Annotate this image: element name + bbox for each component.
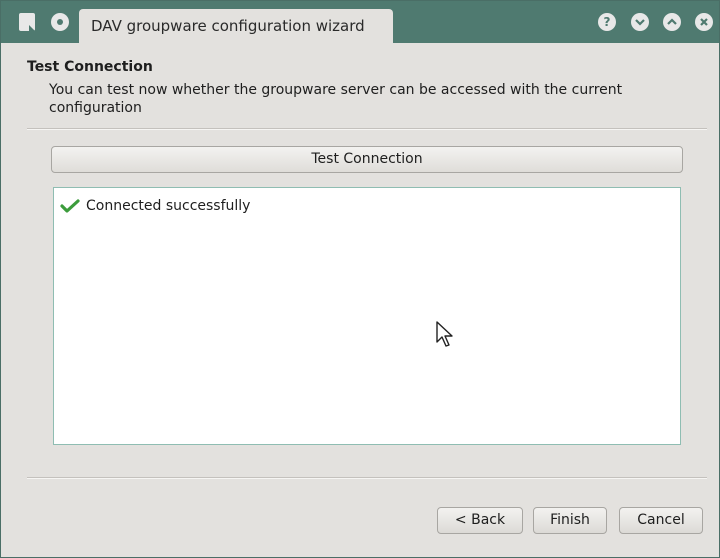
finish-button[interactable]: Finish: [533, 507, 607, 534]
wizard-window: DAV groupware configuration wizard ? Tes…: [0, 0, 720, 558]
on-all-desktops-icon[interactable]: [51, 13, 69, 31]
result-panel[interactable]: Connected successfully: [53, 187, 681, 445]
check-icon: [60, 198, 80, 214]
minimize-icon[interactable]: [631, 13, 649, 31]
status-message: Connected successfully: [86, 198, 251, 214]
footer-divider: [27, 477, 707, 479]
page-title: Test Connection: [27, 59, 153, 75]
header-divider: [27, 128, 707, 130]
close-icon[interactable]: [695, 13, 713, 31]
maximize-icon[interactable]: [663, 13, 681, 31]
title-bar[interactable]: DAV groupware configuration wizard ?: [1, 1, 719, 43]
help-icon[interactable]: ?: [598, 13, 616, 31]
back-button[interactable]: < Back: [437, 507, 523, 534]
page-subtitle: You can test now whether the groupware s…: [49, 82, 623, 116]
test-connection-button[interactable]: Test Connection: [51, 146, 683, 173]
window-title: DAV groupware configuration wizard: [79, 9, 393, 43]
window-menu-icon[interactable]: [19, 13, 35, 31]
mouse-cursor-icon: [435, 320, 455, 348]
status-row: Connected successfully: [60, 198, 250, 214]
cancel-button[interactable]: Cancel: [619, 507, 703, 534]
